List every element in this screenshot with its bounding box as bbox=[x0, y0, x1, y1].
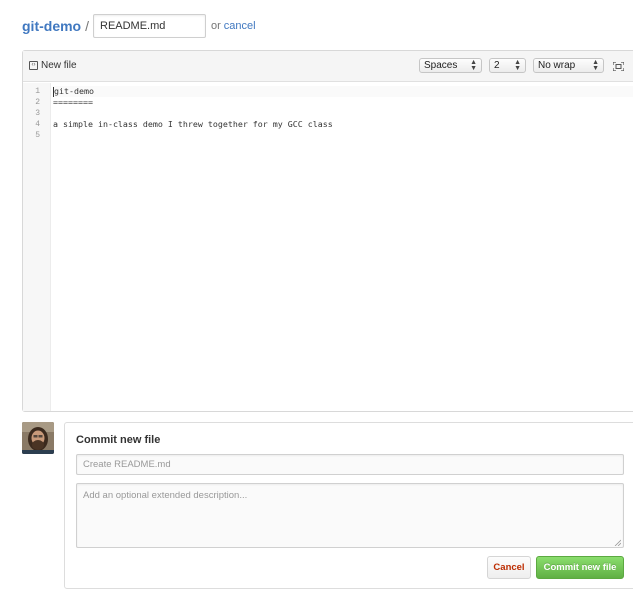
commit-new-file-button[interactable]: Commit new file bbox=[536, 556, 624, 579]
path-separator: / bbox=[85, 18, 89, 34]
editor-toolbar: ‹› New file Spaces ▲ ▼ 2 ▲ ▼ No wrap ▲ ▼ bbox=[23, 51, 633, 82]
code-line[interactable]: ======== bbox=[53, 97, 633, 108]
indent-mode-select[interactable]: Spaces ▲ ▼ bbox=[419, 58, 482, 73]
new-file-label: New file bbox=[41, 60, 77, 71]
commit-form-title: Commit new file bbox=[76, 434, 161, 446]
select-arrows-icon: ▲ ▼ bbox=[514, 58, 521, 72]
code-line[interactable] bbox=[53, 108, 633, 119]
or-text: or bbox=[211, 20, 221, 32]
wrap-mode-select[interactable]: No wrap ▲ ▼ bbox=[533, 58, 604, 73]
cancel-button[interactable]: Cancel bbox=[487, 556, 531, 579]
line-number: 2 bbox=[35, 98, 40, 107]
fullscreen-icon[interactable] bbox=[613, 62, 624, 71]
code-line[interactable] bbox=[53, 130, 633, 141]
select-arrows-icon: ▲ ▼ bbox=[470, 58, 477, 72]
commit-summary-input[interactable]: Create README.md bbox=[76, 454, 624, 475]
indent-mode-value: Spaces bbox=[424, 60, 458, 71]
cancel-link[interactable]: cancel bbox=[224, 20, 256, 32]
commit-description-textarea[interactable]: Add an optional extended description... bbox=[76, 483, 624, 548]
wrap-mode-value: No wrap bbox=[538, 60, 576, 71]
line-number: 3 bbox=[35, 109, 40, 118]
line-number: 4 bbox=[35, 120, 40, 129]
new-file-tab[interactable]: ‹› New file bbox=[29, 60, 77, 71]
commit-description-placeholder: Add an optional extended description... bbox=[83, 490, 248, 501]
filename-input[interactable] bbox=[93, 14, 206, 38]
indent-size-select[interactable]: 2 ▲ ▼ bbox=[489, 58, 526, 73]
file-path-bar: git-demo / or cancel bbox=[22, 14, 256, 38]
code-content[interactable]: git-demo ======== a simple in-class demo I… bbox=[53, 86, 633, 141]
resize-handle-icon[interactable] bbox=[614, 538, 622, 547]
avatar bbox=[22, 422, 54, 454]
line-number: 5 bbox=[35, 131, 40, 140]
select-arrows-icon: ▲ ▼ bbox=[592, 58, 599, 72]
indent-size-value: 2 bbox=[494, 60, 500, 71]
line-number: 1 bbox=[35, 87, 40, 96]
code-line[interactable]: git-demo bbox=[53, 86, 633, 97]
commit-form: Commit new file Create README.md Add an … bbox=[64, 422, 633, 589]
code-line[interactable]: a simple in-class demo I threw together … bbox=[53, 119, 633, 130]
repo-name-link[interactable]: git-demo bbox=[22, 18, 81, 34]
file-code-icon: ‹› bbox=[29, 61, 38, 70]
code-editor: ‹› New file Spaces ▲ ▼ 2 ▲ ▼ No wrap ▲ ▼ 1 2… bbox=[22, 50, 633, 412]
code-line-text: git-demo bbox=[54, 86, 94, 96]
line-number-gutter: 1 2 3 4 5 bbox=[23, 83, 51, 411]
